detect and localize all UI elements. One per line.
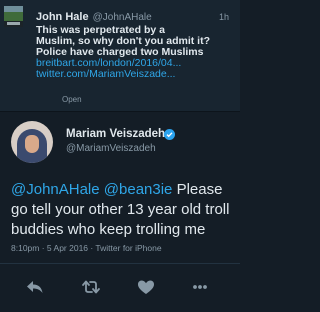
- mention-link[interactable]: @bean3ie: [104, 181, 173, 198]
- retweet-icon[interactable]: [80, 276, 102, 298]
- divider: [0, 263, 240, 264]
- quoted-author[interactable]: John Hale @JohnAHale: [36, 11, 152, 23]
- quoted-timestamp: 1h: [219, 12, 230, 22]
- open-link[interactable]: Open: [62, 95, 82, 104]
- action-bar: [0, 276, 240, 302]
- quoted-avatar[interactable]: [4, 6, 23, 27]
- verified-badge-icon: [164, 129, 175, 140]
- mention-link[interactable]: @JohnAHale: [11, 181, 100, 198]
- tweet-timestamp: 8:10pm · 5 Apr 2016 · Twitter for iPhone: [11, 243, 162, 253]
- reply-icon[interactable]: [24, 276, 46, 298]
- quoted-link-twitter[interactable]: twitter.com/MariamVeiszade...: [36, 69, 240, 80]
- quoted-author-name: John Hale: [36, 11, 89, 23]
- tweet-text: @JohnAHale @bean3ie Please go tell your …: [11, 180, 235, 240]
- author-avatar[interactable]: [11, 121, 53, 163]
- author-handle[interactable]: @MariamVeiszadeh: [66, 143, 156, 154]
- quoted-author-handle: @JohnAHale: [92, 12, 152, 23]
- author-name[interactable]: Mariam Veiszadeh: [66, 128, 165, 140]
- tweet-detail-view: John Hale @JohnAHale 1h This was perpetr…: [0, 0, 240, 312]
- like-icon[interactable]: [135, 276, 157, 298]
- more-icon[interactable]: [189, 276, 211, 298]
- divider: [0, 111, 240, 112]
- quoted-tweet-text: This was perpetrated by a Muslim, so why…: [36, 25, 240, 80]
- quoted-tweet[interactable]: John Hale @JohnAHale 1h This was perpetr…: [0, 0, 240, 111]
